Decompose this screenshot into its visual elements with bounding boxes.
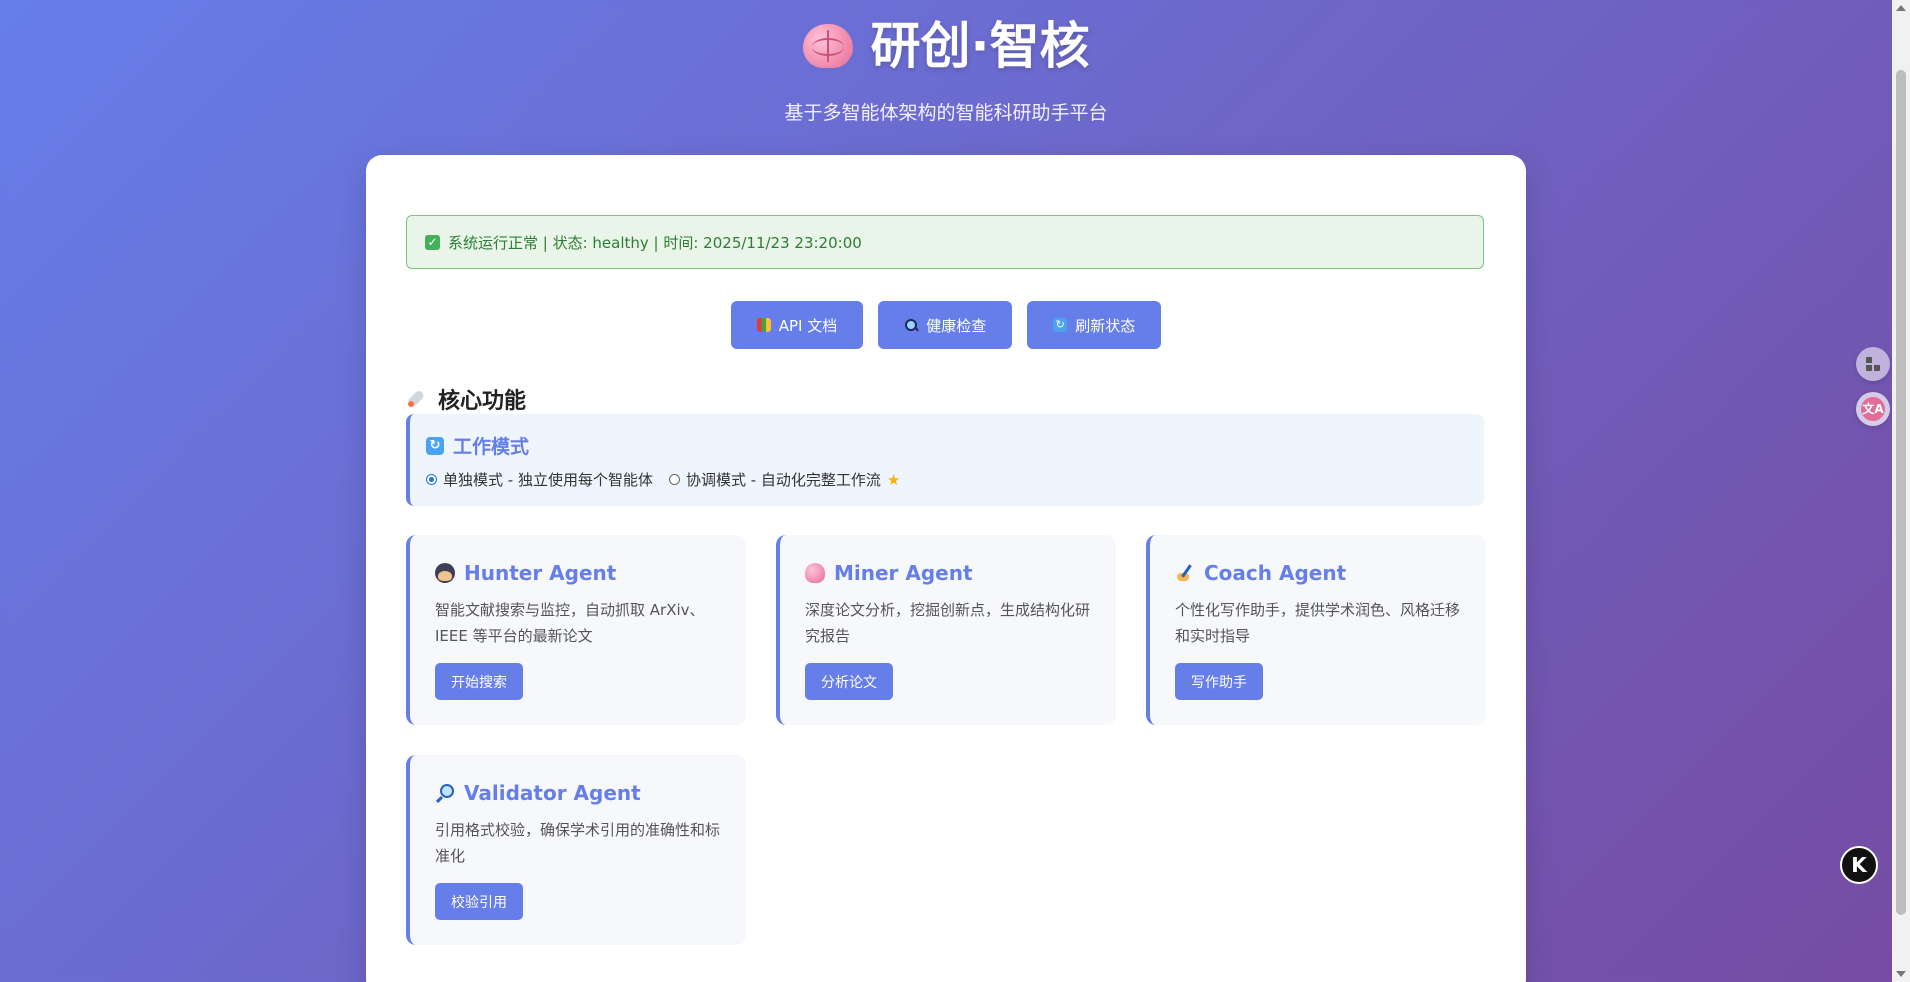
sidebar-widget-button[interactable]: [1856, 347, 1890, 381]
agent-description: 深度论文分析，挖掘创新点，生成结构化研究报告: [805, 601, 1091, 645]
main-card: ✓ 系统运行正常 | 状态: healthy | 时间: 2025/11/23 …: [366, 155, 1526, 982]
agent-name: Validator Agent: [464, 781, 641, 805]
action-buttons: API 文档 健康检查 ↻ 刷新状态: [366, 301, 1526, 349]
agent-card-coach: Coach Agent 个性化写作助手，提供学术润色、风格迁移和实时指导 写作助…: [1146, 535, 1486, 725]
health-check-button[interactable]: 健康检查: [878, 301, 1013, 349]
agent-title: Miner Agent: [805, 561, 973, 585]
brain-icon: [802, 24, 853, 68]
writing-hand-icon: [1175, 563, 1195, 583]
app-title: 研创·智核: [870, 17, 1090, 75]
validate-citations-button[interactable]: 校验引用: [435, 883, 523, 920]
agent-title: Hunter Agent: [435, 561, 616, 585]
translate-icon: 文A: [1861, 397, 1885, 421]
agent-card-validator: Validator Agent 引用格式校验，确保学术引用的准确性和标准化 校验…: [406, 755, 746, 945]
mode-option-single[interactable]: 单独模式 - 独立使用每个智能体: [426, 469, 653, 490]
agent-description: 引用格式校验，确保学术引用的准确性和标准化: [435, 821, 721, 865]
checkmark-icon: ✓: [425, 234, 440, 250]
core-features-title: 核心功能: [438, 389, 527, 414]
work-mode-panel: ↻ 工作模式 单独模式 - 独立使用每个智能体 协调模式 - 自动化完整工作流 …: [406, 414, 1484, 506]
writing-assistant-button[interactable]: 写作助手: [1175, 663, 1263, 700]
start-search-button[interactable]: 开始搜索: [435, 663, 523, 700]
system-status-text: 系统运行正常 | 状态: healthy | 时间: 2025/11/23 23…: [448, 233, 862, 252]
app-subtitle: 基于多智能体架构的智能科研助手平台: [784, 102, 1108, 124]
k-assistant-button[interactable]: K: [1840, 846, 1878, 884]
books-icon: [756, 318, 771, 332]
health-check-label: 健康检查: [926, 316, 987, 335]
translate-button[interactable]: 文A: [1856, 392, 1890, 426]
core-features-heading: 核心功能: [406, 383, 526, 415]
agent-card-miner: Miner Agent 深度论文分析，挖掘创新点，生成结构化研究报告 分析论文: [776, 535, 1116, 725]
system-status-banner: ✓ 系统运行正常 | 状态: healthy | 时间: 2025/11/23 …: [406, 215, 1484, 269]
work-mode-heading: ↻ 工作模式: [426, 432, 529, 459]
refresh-status-label: 刷新状态: [1075, 316, 1136, 335]
coordinated-mode-label: 协调模式 - 自动化完整工作流: [685, 471, 881, 489]
magnifier-icon: [904, 318, 918, 332]
rocket-icon: [406, 388, 428, 410]
agent-description: 个性化写作助手，提供学术润色、风格迁移和实时指导: [1175, 601, 1461, 645]
star-icon: ★: [886, 470, 901, 489]
refresh-status-button[interactable]: ↻ 刷新状态: [1027, 301, 1162, 349]
agent-card-hunter: Hunter Agent 智能文献搜索与监控，自动抓取 ArXiv、IEEE 等…: [406, 535, 746, 725]
single-mode-radio[interactable]: [426, 474, 437, 485]
single-mode-label: 单独模式 - 独立使用每个智能体: [443, 471, 653, 489]
agent-name: Hunter Agent: [464, 561, 617, 585]
cycle-icon: ↻: [426, 436, 444, 455]
page: 研创·智核 基于多智能体架构的智能科研助手平台 ✓ 系统运行正常 | 状态: h…: [0, 0, 1892, 982]
agent-name: Miner Agent: [834, 561, 973, 585]
analyze-paper-button[interactable]: 分析论文: [805, 663, 893, 700]
agent-description: 智能文献搜索与监控，自动抓取 ArXiv、IEEE 等平台的最新论文: [435, 601, 705, 645]
page-header: 研创·智核 基于多智能体架构的智能科研助手平台: [0, 12, 1892, 125]
api-docs-label: API 文档: [778, 316, 838, 335]
work-mode-title: 工作模式: [453, 436, 530, 458]
work-mode-options: 单独模式 - 独立使用每个智能体 协调模式 - 自动化完整工作流 ★: [426, 469, 900, 490]
api-docs-button[interactable]: API 文档: [730, 301, 864, 349]
mode-option-coordinated[interactable]: 协调模式 - 自动化完整工作流 ★: [668, 469, 901, 490]
app-title-row: 研创·智核: [0, 12, 1892, 80]
agent-title: Validator Agent: [435, 781, 641, 805]
coordinated-mode-radio[interactable]: [668, 474, 680, 485]
detective-icon: [435, 563, 455, 583]
apps-grid-icon: [1866, 357, 1880, 371]
magnifier-icon: [435, 783, 455, 803]
brain-icon: [805, 563, 825, 583]
scrollbar-thumb[interactable]: [1896, 70, 1906, 915]
agent-name: Coach Agent: [1204, 561, 1347, 585]
agent-title: Coach Agent: [1175, 561, 1346, 585]
refresh-icon: ↻: [1053, 318, 1068, 332]
scroll-down-icon[interactable]: [1896, 971, 1906, 977]
scroll-up-icon[interactable]: [1896, 5, 1906, 11]
k-assistant-label: K: [1851, 853, 1867, 877]
page-scrollbar[interactable]: [1892, 0, 1910, 982]
